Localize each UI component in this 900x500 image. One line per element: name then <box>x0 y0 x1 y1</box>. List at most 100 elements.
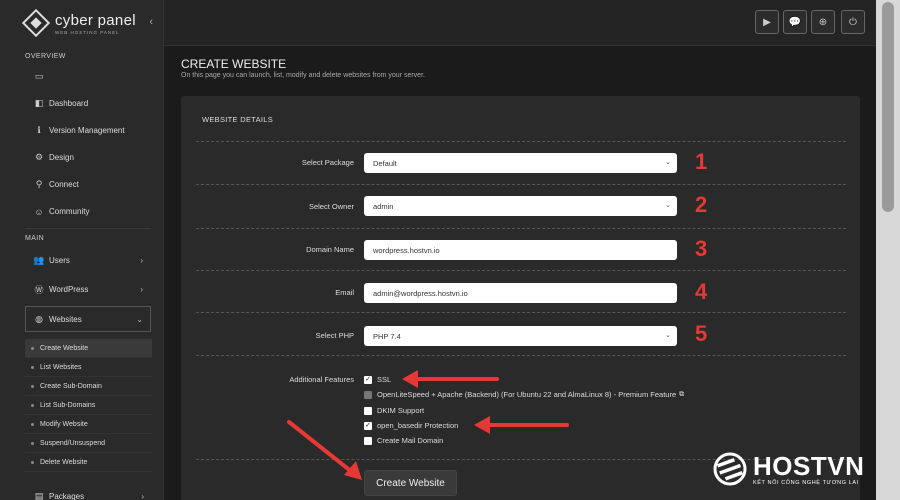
cyberpanel-logo[interactable]: cyber panel WEB HOSTING PANEL ‹ <box>0 0 163 46</box>
submenu-modify-website[interactable]: Modify Website <box>25 415 152 434</box>
submenu-create-sub-domain[interactable]: Create Sub-Domain <box>25 377 152 396</box>
open-basedir-checkbox[interactable]: ✓ <box>364 421 372 430</box>
feature-open-basedir[interactable]: ✓ open_basedir Protection <box>364 421 458 430</box>
external-link-icon[interactable]: ⧉ <box>679 391 684 399</box>
monitor-icon: ▭ <box>34 71 44 81</box>
sidebar-item-dashboard[interactable]: ◧ Dashboard <box>0 90 163 117</box>
page-scrollbar[interactable] <box>876 0 900 500</box>
sidebar-item-label: Websites <box>49 314 82 324</box>
submenu-suspend-unsuspend[interactable]: Suspend/Unsuspend <box>25 434 152 453</box>
step-marker-5: 5 <box>695 321 708 346</box>
brand-tagline: KẾT NỐI CÔNG NGHỆ TƯƠNG LAI <box>753 479 859 486</box>
dashboard-icon: ◧ <box>34 98 44 108</box>
sidebar-item-label: Dashboard <box>49 99 89 108</box>
sidebar-item-label: Design <box>49 153 74 162</box>
hostvn-logo-icon <box>713 452 747 486</box>
select-package-dropdown[interactable]: Default ⌄ <box>364 153 677 173</box>
website-details-card: WEBSITE DETAILS Select Package Default ⌄… <box>181 96 860 500</box>
hostvn-logo: HOSTVN KẾT NỐI CÔNG NGHỆ TƯƠNG LAI <box>713 452 864 486</box>
ssl-checkbox[interactable]: ✓ <box>364 375 372 384</box>
users-icon: 👥 <box>33 255 45 265</box>
domain-name-input[interactable]: wordpress.hostvn.io <box>364 240 677 260</box>
chat-button[interactable]: 💬 <box>783 10 807 34</box>
divider <box>196 141 846 142</box>
connect-icon: ⚲ <box>35 179 43 189</box>
submenu-list-sub-domains[interactable]: List Sub-Domains <box>25 396 152 415</box>
main-section-label: MAIN <box>25 235 45 242</box>
divider <box>196 312 846 313</box>
select-owner-dropdown[interactable]: admin ⌄ <box>364 196 677 216</box>
power-icon: ⏻ <box>849 16 857 28</box>
chevron-down-icon: ⌄ <box>665 332 671 339</box>
top-bar: ▶ 💬 ⊕ ⏻ <box>164 0 876 46</box>
create-mail-domain-checkbox[interactable] <box>364 436 372 445</box>
feature-create-mail-domain[interactable]: Create Mail Domain <box>364 436 443 445</box>
overview-section-label: OVERVIEW <box>25 53 66 60</box>
support-icon: ⊕ <box>818 16 828 28</box>
page-subtitle: On this page you can launch, list, modif… <box>181 72 425 79</box>
sidebar-item-community[interactable]: ☺ Community <box>0 198 163 225</box>
websites-submenu: Create Website List Websites Create Sub-… <box>0 339 163 472</box>
info-icon: ℹ <box>37 125 41 135</box>
submenu-delete-website[interactable]: Delete Website <box>25 453 152 472</box>
submenu-create-website[interactable]: Create Website <box>25 339 152 358</box>
sidebar-item-design[interactable]: ⚙ Design <box>0 144 163 171</box>
gear-icon: ⚙ <box>34 152 44 162</box>
community-icon: ☺ <box>34 206 44 217</box>
feature-dkim[interactable]: DKIM Support <box>364 406 424 415</box>
domain-name-label: Domain Name <box>306 245 354 254</box>
cyberpanel-logo-icon <box>21 8 51 38</box>
create-website-button[interactable]: Create Website <box>364 470 457 496</box>
select-owner-label: Select Owner <box>308 202 354 211</box>
select-php-dropdown[interactable]: PHP 7.4 ⌄ <box>364 326 677 346</box>
submenu-list-websites[interactable]: List Websites <box>25 358 152 377</box>
power-button[interactable]: ⏻ <box>841 10 865 34</box>
openlitespeed-checkbox <box>364 390 372 399</box>
sidebar-item-packages[interactable]: ▤ Packages › <box>0 483 164 500</box>
bullet-icon <box>31 460 34 464</box>
step-marker-3: 3 <box>695 236 708 261</box>
youtube-button[interactable]: ▶ <box>755 10 779 34</box>
step-marker-2: 2 <box>695 192 708 217</box>
email-input[interactable]: admin@wordpress.hostvn.io <box>364 283 677 303</box>
wordpress-icon: Ⓦ <box>34 285 44 295</box>
chevron-right-icon: › <box>141 491 144 500</box>
sidebar-item-label: Community <box>49 207 90 216</box>
bullet-icon <box>31 422 34 426</box>
chevron-right-icon: › <box>140 256 143 265</box>
sidebar-item-label: Connect <box>49 180 79 189</box>
chevron-down-icon: ⌄ <box>665 202 671 209</box>
sidebar-item-label: Users <box>49 256 70 265</box>
bullet-icon <box>31 384 34 388</box>
logo-title: cyber panel <box>55 11 136 29</box>
select-package-label: Select Package <box>301 158 354 167</box>
chevron-right-icon: › <box>140 285 143 294</box>
bullet-icon <box>31 403 34 407</box>
sidebar-item-label: Packages <box>49 491 85 500</box>
chevron-down-icon: ⌄ <box>665 159 671 166</box>
sidebar-item-version-management[interactable]: ℹ Version Management <box>0 117 163 144</box>
divider <box>196 184 846 185</box>
page-title: CREATE WEBSITE <box>181 57 287 71</box>
sidebar-divider <box>25 228 151 229</box>
sidebar-item-wordpress[interactable]: Ⓦ WordPress › <box>0 275 163 304</box>
sidebar-item-label: Version Management <box>49 126 125 135</box>
section-title: WEBSITE DETAILS <box>202 115 274 124</box>
sidebar-item-connect[interactable]: ⚲ Connect <box>0 171 163 198</box>
sidebar-item-overview-monitor[interactable]: ▭ <box>0 63 163 90</box>
additional-features-label: Additional Features <box>289 375 354 384</box>
logo-subtitle: WEB HOSTING PANEL <box>55 29 120 35</box>
scrollbar-thumb[interactable] <box>882 2 894 212</box>
collapse-sidebar-icon[interactable]: ‹ <box>149 16 153 28</box>
sidebar-item-users[interactable]: 👥 Users › <box>0 246 163 275</box>
globe-icon: ◍ <box>35 313 43 324</box>
dkim-checkbox[interactable] <box>364 406 372 415</box>
feature-ssl[interactable]: ✓ SSL <box>364 375 391 384</box>
sidebar-item-websites[interactable]: ◍ Websites ⌄ <box>25 306 151 332</box>
support-button[interactable]: ⊕ <box>811 10 835 34</box>
bullet-icon <box>31 365 34 369</box>
bullet-icon <box>31 346 34 350</box>
divider <box>196 228 846 229</box>
feature-openlitespeed-apache: OpenLiteSpeed + Apache (Backend) (For Ub… <box>364 390 684 399</box>
brand-name: HOSTVN <box>753 450 865 481</box>
